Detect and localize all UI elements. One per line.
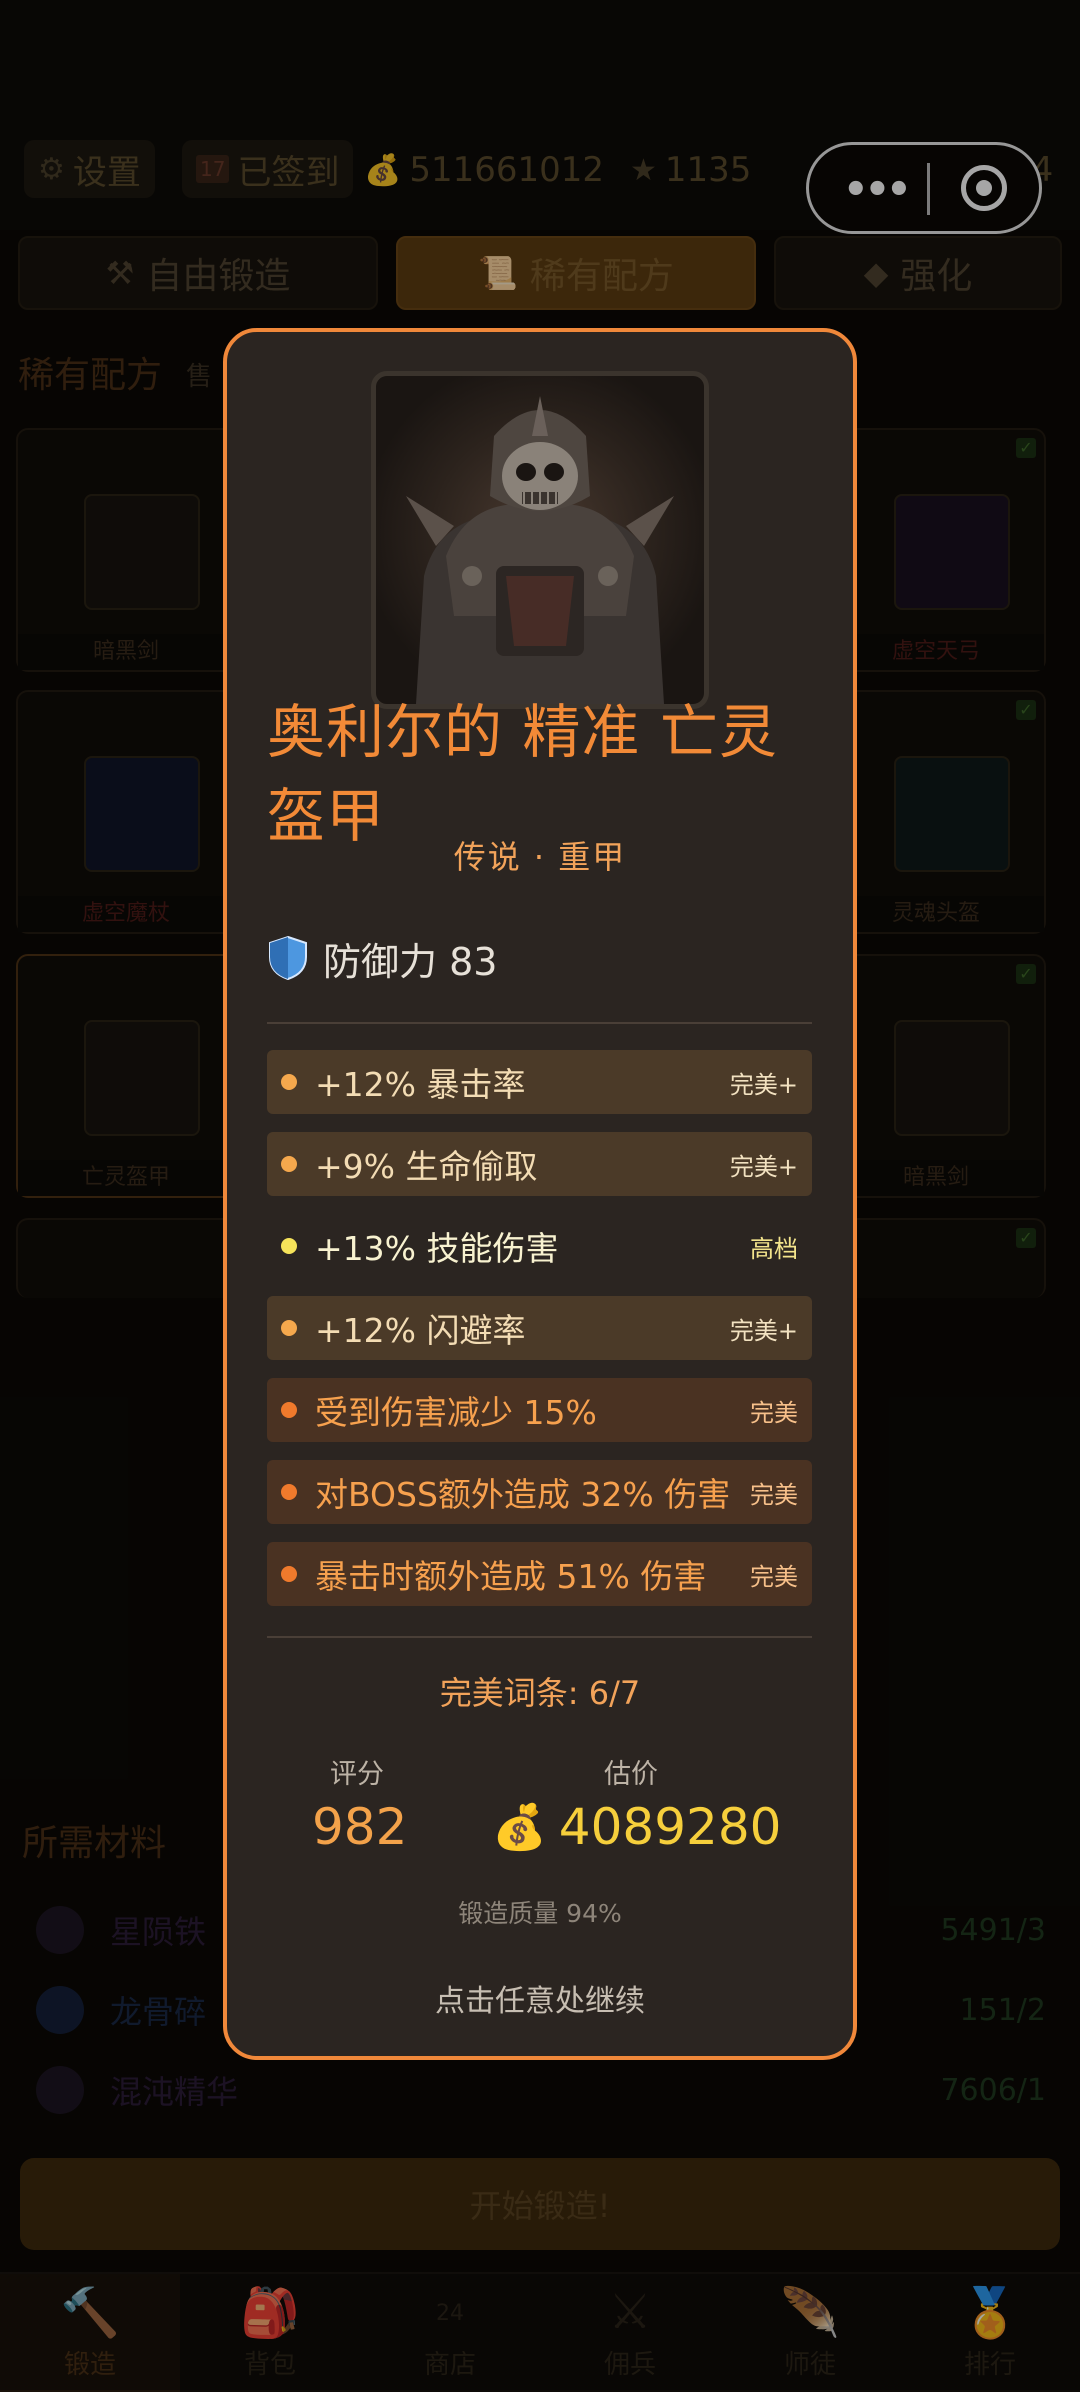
item-portrait — [371, 371, 709, 709]
affix-tier: 高档 — [750, 1234, 798, 1263]
bullet-dot-icon — [281, 1074, 297, 1090]
price-value: 4089280 — [558, 1798, 782, 1856]
price-display: 💰 4089280 — [492, 1798, 781, 1856]
affix-row: 受到伤害减少 15% 完美 — [267, 1378, 812, 1442]
perfect-affix-count: 完美词条: 6/7 — [439, 1674, 641, 1712]
bullet-dot-icon — [281, 1484, 297, 1500]
affix-text: +12% 闪避率 — [315, 1311, 526, 1350]
item-rarity-type: 传说 · 重甲 — [453, 838, 627, 876]
affix-tier: 完美+ — [729, 1070, 798, 1099]
affix-text: 受到伤害减少 15% — [315, 1393, 597, 1432]
affix-text: +9% 生命偷取 — [315, 1147, 538, 1186]
divider — [267, 1636, 812, 1638]
score-label: 评分 — [330, 1759, 384, 1790]
bullet-dot-icon — [281, 1402, 297, 1418]
shield-icon — [269, 935, 307, 981]
affix-text: +13% 技能伤害 — [315, 1229, 559, 1268]
divider — [267, 1022, 812, 1024]
affix-row: 暴击时额外造成 51% 伤害 完美 — [267, 1542, 812, 1606]
affix-text: 对BOSS额外造成 32% 伤害 — [315, 1475, 731, 1514]
item-name-line1: 奥利尔的 精准 亡灵 — [267, 698, 778, 766]
affix-row: +12% 暴击率 完美+ — [267, 1050, 812, 1114]
affix-tier: 完美+ — [729, 1152, 798, 1181]
money-bag-icon: 💰 — [492, 1802, 547, 1853]
affix-text: +12% 暴击率 — [315, 1065, 526, 1104]
defense-stat: 防御力 83 — [267, 930, 497, 986]
affix-tier: 完美 — [750, 1480, 798, 1509]
score-value: 982 — [312, 1798, 408, 1856]
bullet-dot-icon — [281, 1238, 297, 1254]
affix-row: +9% 生命偷取 完美+ — [267, 1132, 812, 1196]
affix-row: 对BOSS额外造成 32% 伤害 完美 — [267, 1460, 812, 1524]
affix-text: 暴击时额外造成 51% 伤害 — [315, 1557, 707, 1596]
affix-row: +12% 闪避率 完美+ — [267, 1296, 812, 1360]
continue-hint[interactable]: 点击任意处继续 — [223, 1976, 857, 2020]
affix-tier: 完美 — [750, 1398, 798, 1427]
affix-row: +13% 技能伤害 高档 — [267, 1214, 812, 1278]
bullet-dot-icon — [281, 1156, 297, 1172]
price-label: 估价 — [604, 1759, 658, 1790]
bullet-dot-icon — [281, 1566, 297, 1582]
defense-value: 防御力 83 — [323, 939, 498, 984]
affix-tier: 完美+ — [729, 1316, 798, 1345]
forge-quality: 锻造质量 94% — [458, 1899, 622, 1928]
bullet-dot-icon — [281, 1320, 297, 1336]
affix-tier: 完美 — [750, 1562, 798, 1591]
undead-armor-image — [406, 396, 674, 704]
